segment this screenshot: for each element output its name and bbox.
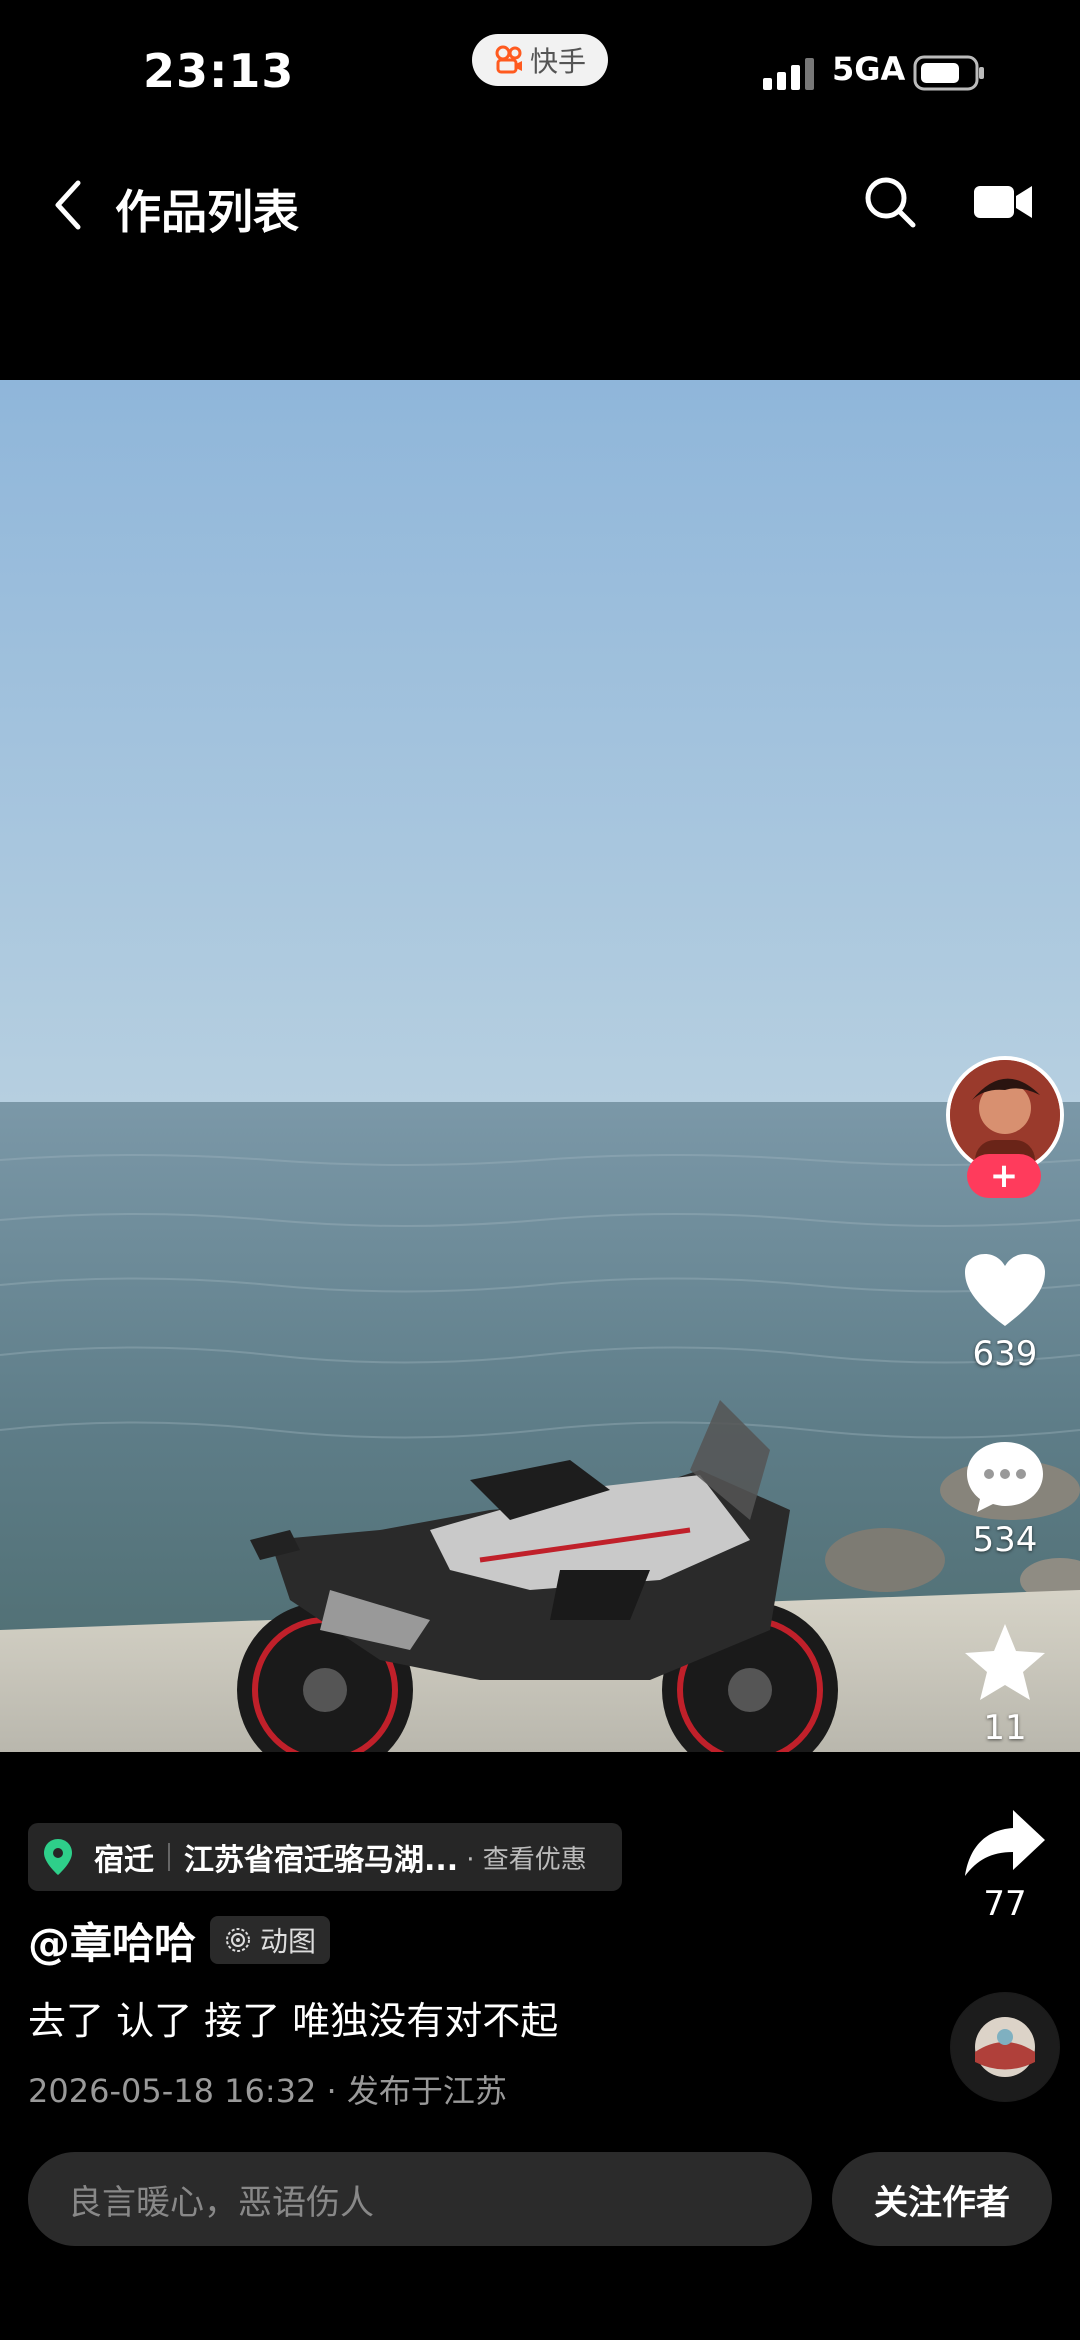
animated-icon xyxy=(226,1928,251,1952)
app-pill-label: 快手 xyxy=(529,45,586,78)
share-count: 77 xyxy=(983,1884,1027,1924)
signal-icon xyxy=(763,58,814,90)
location-pin-icon xyxy=(44,1839,72,1875)
camera-icon[interactable] xyxy=(974,182,1032,222)
post-meta: 2026-05-18 16:32 · 发布于江苏 xyxy=(28,2072,507,2110)
share-icon xyxy=(965,1810,1045,1876)
like-count: 639 xyxy=(972,1334,1038,1374)
star-icon xyxy=(965,1624,1045,1700)
author-name[interactable]: @章哈哈 xyxy=(28,1910,196,1971)
status-bar: 23:13 快手 5GA xyxy=(0,0,1080,140)
status-time: 23:13 xyxy=(143,44,295,98)
location-address: 江苏省宿迁骆马湖... xyxy=(184,1843,459,1878)
author-row: @章哈哈 动图 xyxy=(28,1910,331,1971)
like-button[interactable]: 639 xyxy=(950,1252,1060,1374)
location-offer-link[interactable]: · 查看优惠 xyxy=(466,1839,587,1876)
comment-button[interactable]: 534 xyxy=(950,1438,1060,1560)
gif-tag-label: 动图 xyxy=(260,1925,317,1958)
comment-input[interactable]: 良言暖心，恶语伤人 xyxy=(28,2152,812,2246)
kuaishou-icon xyxy=(495,45,522,74)
location-divider xyxy=(168,1843,170,1871)
post-photo[interactable] xyxy=(0,380,1080,1752)
share-button[interactable]: 77 xyxy=(950,1808,1060,1924)
follow-author-button[interactable]: 关注作者 xyxy=(832,2152,1052,2246)
music-disc-icon[interactable] xyxy=(950,1992,1060,2102)
back-arrow-icon[interactable] xyxy=(48,175,88,235)
follow-plus-button[interactable]: + xyxy=(967,1154,1041,1198)
location-city: 宿迁 xyxy=(94,1843,154,1878)
battery-icon xyxy=(913,55,984,91)
favorite-count: 11 xyxy=(983,1708,1027,1748)
network-type: 5GA xyxy=(832,50,906,88)
favorite-button[interactable]: 11 xyxy=(950,1622,1060,1748)
post-caption: 去了 认了 接了 唯独没有对不起 xyxy=(28,1999,559,2043)
app-indicator-pill[interactable]: 快手 xyxy=(472,34,608,86)
page-title: 作品列表 xyxy=(115,185,299,239)
app-root: 23:13 快手 5GA 作品列表 + 639 534 11 77 宿迁 江苏省… xyxy=(0,0,1080,2340)
top-nav: 作品列表 xyxy=(0,150,1080,260)
location-tag[interactable]: 宿迁 江苏省宿迁骆马湖... · 查看优惠 xyxy=(28,1823,622,1891)
heart-icon xyxy=(965,1254,1045,1326)
gif-tag: 动图 xyxy=(210,1916,331,1964)
search-icon[interactable] xyxy=(862,174,918,230)
comment-icon xyxy=(967,1442,1043,1512)
comment-count: 534 xyxy=(972,1520,1038,1560)
